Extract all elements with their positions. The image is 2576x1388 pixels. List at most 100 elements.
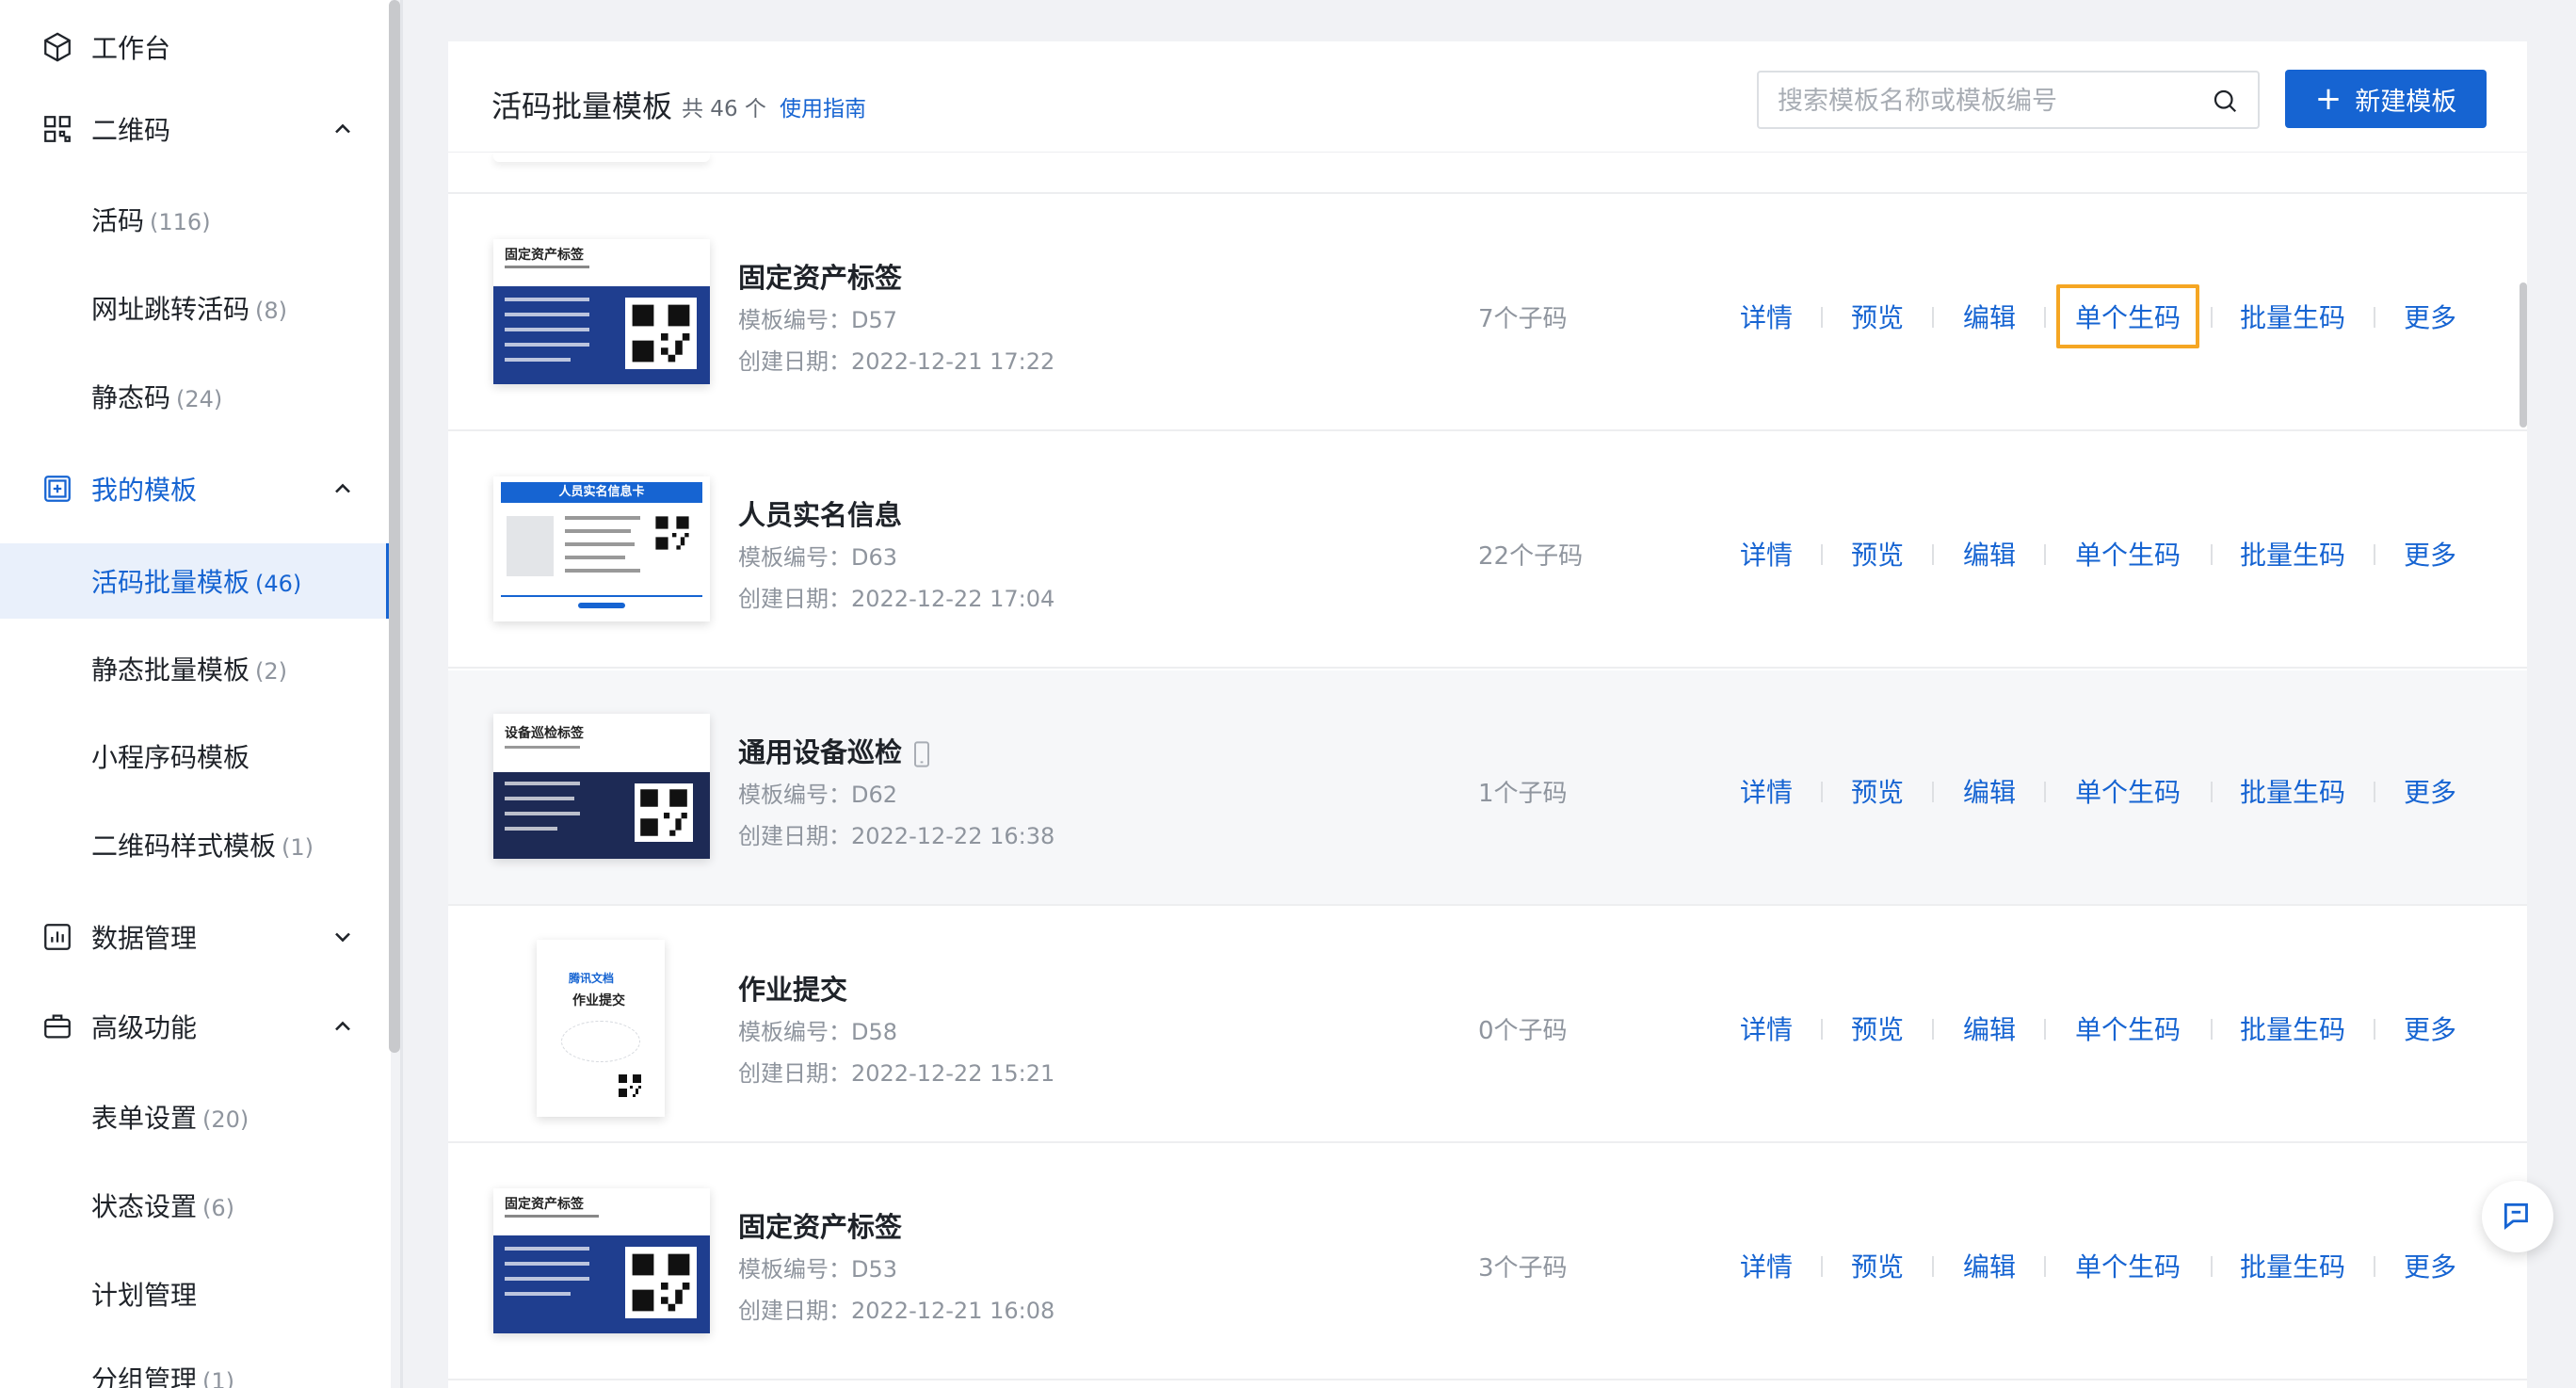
sidebar-item-miniprogram-template[interactable]: 小程序码模板 [0,718,391,794]
sidebar-item-label: 状态设置 [91,1191,198,1222]
nav-group-data[interactable]: 数据管理 [0,899,391,975]
sidebar-divider [400,0,403,1388]
mobile-icon [914,741,929,767]
template-date: 创建日期：2022-12-22 17:04 [738,586,1055,612]
template-thumbnail[interactable]: 固定资产标签 [493,239,710,384]
template-thumbnail[interactable]: 固定资产标签 [493,1188,710,1333]
detail-link[interactable]: 详情 [1740,535,1793,573]
edit-link[interactable]: 编辑 [1963,772,2016,810]
sidebar-item-label: 小程序码模板 [91,742,250,773]
nav-group-templates[interactable]: 我的模板 [0,451,391,526]
sidebar-item-qrstyle-template[interactable]: 二维码样式模板 (1) [0,807,391,882]
table-row[interactable]: 固定资产标签 固定资产标签 模板编号：D57 创建日期：2022-12-21 1… [448,196,2527,431]
template-thumbnail[interactable]: 设备巡检标签 [493,714,710,859]
batch-generate-link[interactable]: 批量生码 [2240,1009,2345,1047]
more-link[interactable]: 更多 [2404,535,2456,573]
batch-generate-link[interactable]: 批量生码 [2240,1247,2345,1284]
separator [1821,782,1823,802]
feedback-chat-button[interactable] [2482,1181,2553,1252]
single-generate-link[interactable]: 单个生码 [2055,284,2200,348]
separator [2374,782,2375,802]
table-row[interactable]: 固定资产标签 固定资产标签 模板编号：D53 创建日期：2022-12-21 1… [448,1145,2527,1380]
sidebar-scrollbar[interactable] [389,0,400,1053]
preview-link[interactable]: 预览 [1851,772,1904,810]
search-box[interactable] [1757,71,2260,129]
edit-link[interactable]: 编辑 [1963,298,2016,335]
nav-group-advanced[interactable]: 高级功能 [0,989,391,1064]
template-date: 创建日期：2022-12-21 17:22 [738,348,1055,375]
thumbnail-title: 设备巡检标签 [505,726,584,741]
table-row[interactable]: 设备巡检标签 通用设备巡检 模板编号：D62 创建日期：2022-12-22 1… [448,670,2527,906]
nav-group-data-label: 数据管理 [91,923,198,954]
sidebar-item-livecode[interactable]: 活码 (116) [0,182,391,257]
preview-link[interactable]: 预览 [1851,298,1904,335]
thumbnail-brand: 腾讯文档 [569,972,615,985]
sidebar-item-count: (6) [202,1195,235,1221]
separator [2044,1019,2046,1040]
panel-header: 活码批量模板 共 46 个 使用指南 + 新建模板 [448,41,2527,153]
batch-generate-link[interactable]: 批量生码 [2240,772,2345,810]
sidebar-item-label: 网址跳转活码 [91,294,250,325]
page-title: 活码批量模板 [491,89,673,124]
separator [1821,544,1823,565]
new-template-button[interactable]: + 新建模板 [2285,70,2487,128]
preview-link[interactable]: 预览 [1851,1009,1904,1047]
sidebar-item-plan-mgmt[interactable]: 计划管理 [0,1256,391,1332]
sidebar-item-label: 静态批量模板 [91,654,250,686]
nav-group-advanced-label: 高级功能 [91,1012,198,1043]
list-scrollbar[interactable] [2520,282,2527,428]
more-link[interactable]: 更多 [2404,298,2456,335]
single-generate-link[interactable]: 单个生码 [2075,535,2181,573]
sidebar-item-livecode-batch-template[interactable]: 活码批量模板 (46) [0,543,391,619]
sidebar-item-static-batch-template[interactable]: 静态批量模板 (2) [0,631,391,706]
detail-link[interactable]: 详情 [1740,1247,1793,1284]
sidebar-item-status-settings[interactable]: 状态设置 (6) [0,1168,391,1243]
table-row[interactable]: 腾讯文档 作业提交 作业提交 模板编号：D58 创建日期：2022-12-22 … [448,908,2527,1143]
batch-generate-link[interactable]: 批量生码 [2240,298,2345,335]
detail-link[interactable]: 详情 [1740,772,1793,810]
sidebar-item-label: 分组管理 [91,1364,198,1388]
subcode-count: 1个子码 [1478,780,1568,808]
sidebar-item-url-redirect[interactable]: 网址跳转活码 (8) [0,270,391,346]
qr-code-image [655,516,689,550]
more-link[interactable]: 更多 [2404,772,2456,810]
edit-link[interactable]: 编辑 [1963,1247,2016,1284]
sidebar-item-label: 活码批量模板 [91,567,250,598]
template-thumbnail[interactable]: 人员实名信息卡 [493,476,710,621]
sidebar-item-form-settings[interactable]: 表单设置 (20) [0,1079,391,1154]
sidebar-item-count: (1) [202,1368,235,1388]
separator [2374,544,2375,565]
single-generate-link[interactable]: 单个生码 [2075,1009,2181,1047]
plus-icon: + [2314,80,2343,118]
edit-link[interactable]: 编辑 [1963,1009,2016,1047]
sidebar-item-count: (1) [282,834,314,861]
search-input[interactable] [1778,84,2192,118]
more-link[interactable]: 更多 [2404,1009,2456,1047]
thumbnail-title: 固定资产标签 [505,1197,584,1212]
single-generate-link[interactable]: 单个生码 [2075,772,2181,810]
preview-link[interactable]: 预览 [1851,1247,1904,1284]
sidebar-item-static-code[interactable]: 静态码 (24) [0,359,391,434]
sidebar-item-label: 活码 [91,205,145,236]
usage-guide-link[interactable]: 使用指南 [780,90,866,122]
qr-code-image [619,1074,641,1097]
batch-generate-link[interactable]: 批量生码 [2240,535,2345,573]
qr-code-image [640,789,687,836]
thumbnail-title: 固定资产标签 [505,248,584,263]
nav-workbench[interactable]: 工作台 [0,9,391,85]
single-generate-link[interactable]: 单个生码 [2075,1247,2181,1284]
table-row[interactable]: 人员实名信息卡 人员实名信息 模板编号：D63 创建日期：2022-12-22 … [448,433,2527,669]
avatar-placeholder [507,516,554,576]
detail-link[interactable]: 详情 [1740,298,1793,335]
chat-icon [2504,1202,2528,1231]
template-name: 固定资产标签 [738,262,903,294]
preview-link[interactable]: 预览 [1851,535,1904,573]
template-thumbnail[interactable]: 腾讯文档 作业提交 [537,940,665,1117]
edit-link[interactable]: 编辑 [1963,535,2016,573]
sidebar-item-group-mgmt[interactable]: 分组管理 (1) [0,1341,391,1388]
more-link[interactable]: 更多 [2404,1247,2456,1284]
cube-icon [44,32,71,62]
detail-link[interactable]: 详情 [1740,1009,1793,1047]
nav-group-qrcode[interactable]: 二维码 [0,91,391,167]
search-icon[interactable] [2211,87,2239,115]
